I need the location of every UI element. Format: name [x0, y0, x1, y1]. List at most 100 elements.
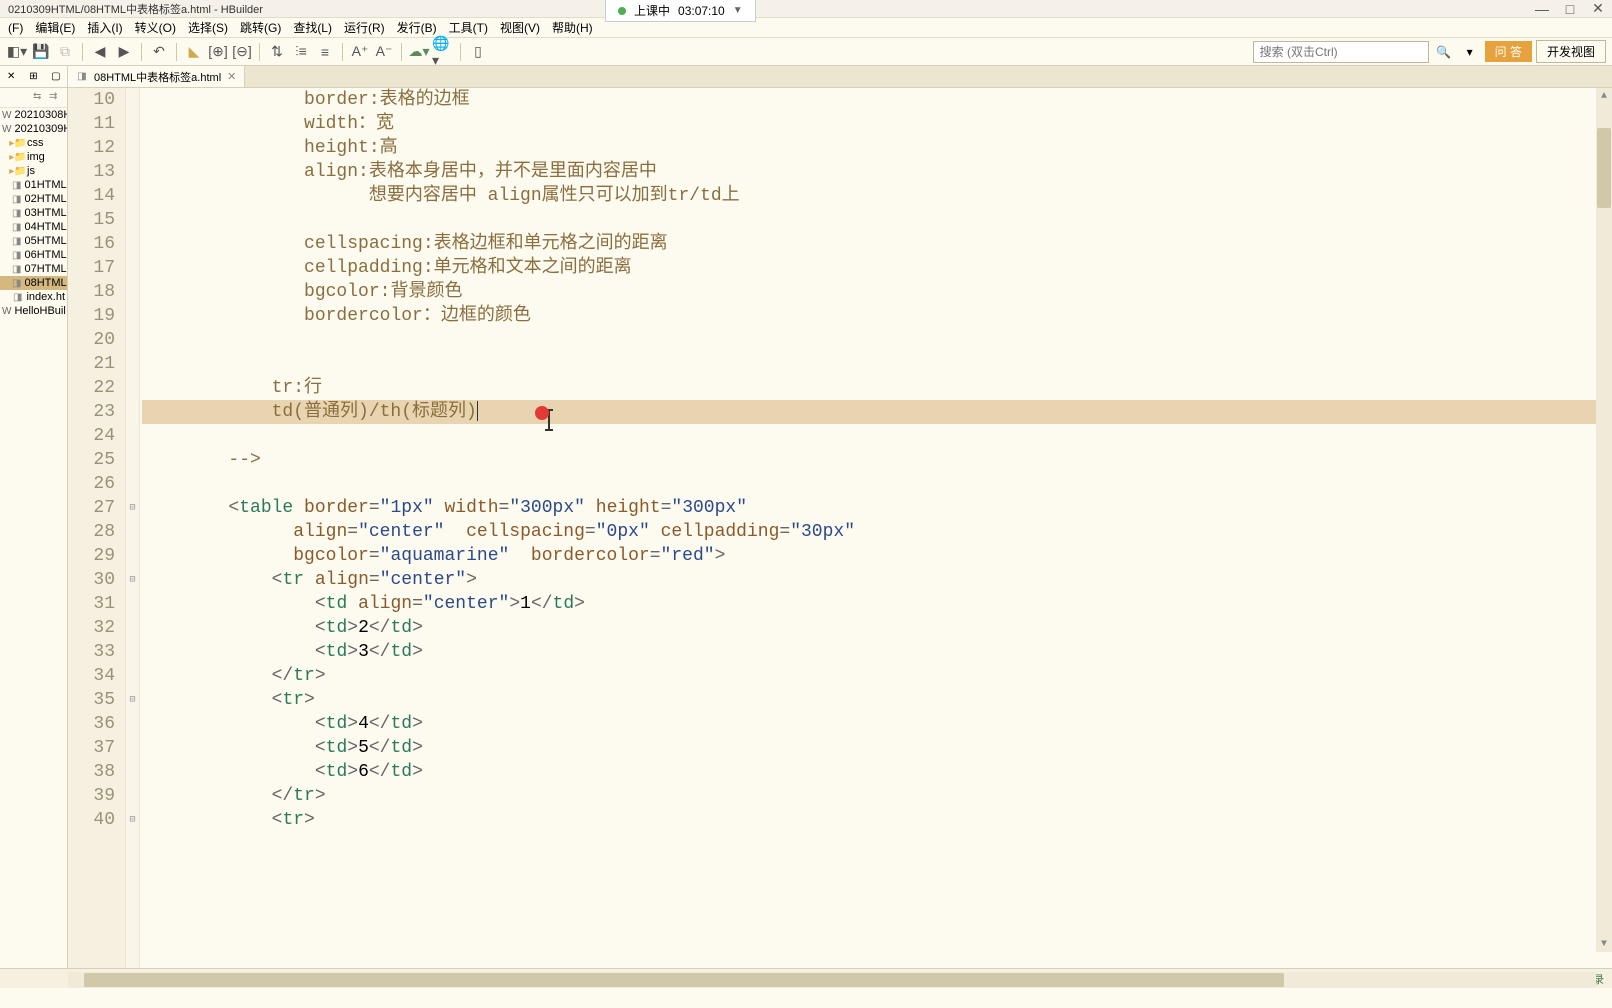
- bracket-remove-button[interactable]: [⊖]: [231, 41, 253, 63]
- code-line[interactable]: align:表格本身居中，并不是里面内容居中: [142, 160, 1612, 184]
- save-all-button[interactable]: ⧉: [54, 41, 76, 63]
- font-increase-button[interactable]: A⁺: [349, 41, 371, 63]
- code-line[interactable]: align="center" cellspacing="0px" cellpad…: [142, 520, 1612, 544]
- tree-item-js[interactable]: ▸📁js: [0, 164, 67, 178]
- menu-find[interactable]: 查找(L): [289, 17, 336, 38]
- answer-button[interactable]: 问 答: [1485, 41, 1532, 62]
- bookmark-button[interactable]: ◣: [183, 41, 205, 63]
- code-line[interactable]: <tr>: [142, 688, 1612, 712]
- code-editor[interactable]: 1011121314151617181920212223242526272829…: [68, 88, 1612, 968]
- scroll-up-icon[interactable]: ▲: [1596, 88, 1612, 104]
- code-line[interactable]: height:高: [142, 136, 1612, 160]
- code-line[interactable]: [142, 208, 1612, 232]
- code-line[interactable]: <td>3</td>: [142, 640, 1612, 664]
- fold-gutter[interactable]: ⊟ ⊟ ⊟ ⊟: [126, 88, 140, 968]
- code-line[interactable]: bgcolor="aquamarine" bordercolor="red">: [142, 544, 1612, 568]
- sidebar-collapse-icon[interactable]: ⇆: [33, 91, 47, 105]
- code-line[interactable]: <table border="1px" width="300px" height…: [142, 496, 1612, 520]
- maximize-button[interactable]: □: [1564, 3, 1576, 15]
- tree-item-05HTML[interactable]: ◨05HTML: [0, 234, 67, 248]
- font-decrease-button[interactable]: A⁻: [373, 41, 395, 63]
- menu-run[interactable]: 运行(R): [340, 17, 389, 38]
- indent-button[interactable]: ≡: [314, 41, 336, 63]
- tree-item-20210309H[interactable]: W20210309H: [0, 122, 67, 136]
- tree-item-HelloHBuil[interactable]: WHelloHBuil: [0, 304, 67, 318]
- code-line[interactable]: <td>4</td>: [142, 712, 1612, 736]
- tree-item-img[interactable]: ▸📁img: [0, 150, 67, 164]
- code-line[interactable]: border:表格的边框: [142, 88, 1612, 112]
- tree-item-02HTML[interactable]: ◨02HTML: [0, 192, 67, 206]
- recording-dropdown-icon[interactable]: ▼: [733, 5, 743, 16]
- code-line[interactable]: <td>5</td>: [142, 736, 1612, 760]
- code-line[interactable]: <td>6</td>: [142, 760, 1612, 784]
- code-line[interactable]: [142, 472, 1612, 496]
- cloud-button[interactable]: ☁▾: [408, 41, 430, 63]
- code-line[interactable]: td(普通列)/th(标题列): [142, 400, 1612, 424]
- vertical-scrollbar[interactable]: ▲ ▼: [1596, 88, 1612, 952]
- code-line[interactable]: [142, 328, 1612, 352]
- fold-marker[interactable]: ⊟: [126, 568, 139, 592]
- menu-view[interactable]: 视图(V): [496, 17, 544, 38]
- menu-escape[interactable]: 转义(O): [131, 17, 180, 38]
- menu-edit[interactable]: 编辑(E): [31, 17, 79, 38]
- new-button[interactable]: ◧▾: [6, 41, 28, 63]
- sidebar-tab-other[interactable]: ▢: [45, 66, 67, 87]
- code-line[interactable]: <td>2</td>: [142, 616, 1612, 640]
- file-tree[interactable]: W20210308HW20210309H▸📁css▸📁img▸📁js◨01HTM…: [0, 108, 67, 968]
- tree-item-01HTML[interactable]: ◨01HTML: [0, 178, 67, 192]
- search-input[interactable]: [1253, 41, 1429, 63]
- menu-jump[interactable]: 跳转(G): [236, 17, 285, 38]
- code-line[interactable]: bgcolor:背景颜色: [142, 280, 1612, 304]
- code-line[interactable]: 想要内容居中 align属性只可以加到tr/td上: [142, 184, 1612, 208]
- code-line[interactable]: -->: [142, 448, 1612, 472]
- menu-file[interactable]: (F): [4, 19, 27, 37]
- tree-item-06HTML[interactable]: ◨06HTML: [0, 248, 67, 262]
- menu-help[interactable]: 帮助(H): [548, 17, 597, 38]
- fold-marker[interactable]: ⊟: [126, 688, 139, 712]
- sidebar-tab-close[interactable]: ✕: [0, 66, 22, 87]
- tree-item-07HTML[interactable]: ◨07HTML: [0, 262, 67, 276]
- hscroll-thumb[interactable]: [84, 973, 1284, 987]
- forward-button[interactable]: ▶: [113, 41, 135, 63]
- vscroll-thumb[interactable]: [1597, 128, 1611, 208]
- tree-item-04HTML[interactable]: ◨04HTML: [0, 220, 67, 234]
- format-button[interactable]: ⫶≡: [290, 41, 312, 63]
- code-line[interactable]: <tr align="center">: [142, 568, 1612, 592]
- horizontal-scrollbar[interactable]: [68, 972, 1596, 988]
- sidebar-link-icon[interactable]: ⇉: [49, 91, 63, 105]
- code-line[interactable]: </tr>: [142, 784, 1612, 808]
- fold-marker[interactable]: ⊟: [126, 808, 139, 832]
- save-button[interactable]: 💾: [30, 41, 52, 63]
- editor-tab[interactable]: ◨ 08HTML中表格标签a.html ✕: [68, 66, 245, 87]
- tree-item-08HTML[interactable]: ◨08HTML: [0, 276, 67, 290]
- back-button[interactable]: ◀: [89, 41, 111, 63]
- menu-insert[interactable]: 插入(I): [83, 17, 126, 38]
- recording-status[interactable]: 上课中 03:07:10 ▼: [605, 0, 756, 22]
- sidebar-tab-files[interactable]: ⊞: [22, 66, 44, 87]
- code-line[interactable]: [142, 352, 1612, 376]
- close-button[interactable]: ✕: [1592, 3, 1604, 15]
- browser-button[interactable]: 🌐▾: [432, 41, 454, 63]
- tree-item-20210308H[interactable]: W20210308H: [0, 108, 67, 122]
- tree-item-index.ht[interactable]: ◨index.ht: [0, 290, 67, 304]
- phone-button[interactable]: ▯: [467, 41, 489, 63]
- menu-select[interactable]: 选择(S): [184, 17, 232, 38]
- undo-button[interactable]: ↶: [148, 41, 170, 63]
- swap-button[interactable]: ⇅: [266, 41, 288, 63]
- code-line[interactable]: cellspacing:表格边框和单元格之间的距离: [142, 232, 1612, 256]
- code-line[interactable]: tr:行: [142, 376, 1612, 400]
- code-line[interactable]: bordercolor：边框的颜色: [142, 304, 1612, 328]
- code-line[interactable]: cellpadding:单元格和文本之间的距离: [142, 256, 1612, 280]
- fold-marker[interactable]: ⊟: [126, 496, 139, 520]
- code-content[interactable]: border:表格的边框 width：宽 height:高 align:表格本身…: [140, 88, 1612, 968]
- tab-close-icon[interactable]: ✕: [227, 70, 236, 83]
- minimize-button[interactable]: —: [1536, 3, 1548, 15]
- scroll-down-icon[interactable]: ▼: [1596, 936, 1612, 952]
- code-line[interactable]: <td align="center">1</td>: [142, 592, 1612, 616]
- code-line[interactable]: [142, 424, 1612, 448]
- dev-view-button[interactable]: 开发视图: [1536, 40, 1606, 63]
- code-line[interactable]: </tr>: [142, 664, 1612, 688]
- search-button[interactable]: 🔍: [1433, 41, 1455, 63]
- code-line[interactable]: <tr>: [142, 808, 1612, 832]
- tree-item-css[interactable]: ▸📁css: [0, 136, 67, 150]
